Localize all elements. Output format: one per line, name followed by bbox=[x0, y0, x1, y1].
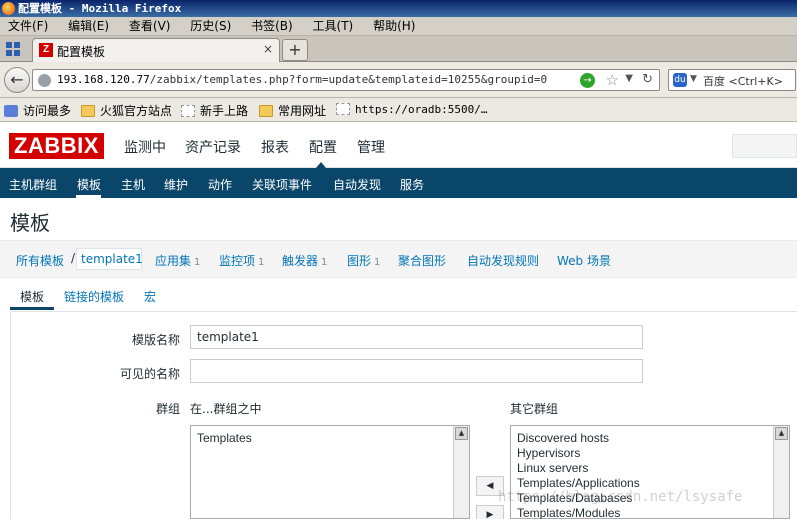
menu-bookmarks[interactable]: 书签(B) bbox=[243, 17, 301, 35]
tab-macros[interactable]: 宏 bbox=[144, 288, 156, 305]
subnav-services[interactable]: 服务 bbox=[400, 176, 424, 193]
subnav-host-groups[interactable]: 主机群组 bbox=[9, 176, 57, 193]
scroll-up-icon[interactable]: ▲ bbox=[455, 427, 468, 440]
window-title: 配置模板 - Mozilla Firefox bbox=[18, 2, 182, 15]
page-title: 模板 bbox=[10, 211, 50, 235]
zabbix-logo[interactable]: ZABBIX bbox=[9, 133, 104, 159]
bookmark-star-icon[interactable]: ☆ bbox=[606, 71, 619, 89]
bookmark-oradb[interactable]: https://oradb:5500/… bbox=[336, 102, 487, 116]
most-visited-icon bbox=[4, 105, 18, 117]
menu-file[interactable]: 文件(F) bbox=[0, 17, 56, 35]
go-arrow-icon[interactable]: → bbox=[580, 73, 595, 88]
bookmark-firefox-site[interactable]: 火狐官方站点 bbox=[81, 102, 172, 119]
visible-name-input[interactable] bbox=[190, 359, 643, 383]
search-engine-dropdown-icon[interactable]: ▼ bbox=[690, 74, 697, 84]
subnav-maintenance[interactable]: 维护 bbox=[164, 176, 188, 193]
tab-groups-icon[interactable] bbox=[6, 42, 22, 56]
zabbix-favicon-icon: Z bbox=[39, 43, 53, 57]
url-host: 193.168.120.77 bbox=[57, 73, 150, 86]
url-dropdown-icon[interactable]: ▼ bbox=[625, 73, 633, 84]
subnav-actions[interactable]: 动作 bbox=[208, 176, 232, 193]
folder-icon bbox=[259, 105, 273, 117]
breadcrumb-items[interactable]: 监控项 1 bbox=[219, 252, 264, 269]
list-item[interactable]: Hypervisors bbox=[517, 446, 580, 460]
menu-view[interactable]: 查看(V) bbox=[121, 17, 179, 35]
breadcrumb-triggers[interactable]: 触发器 1 bbox=[282, 252, 327, 269]
template-name-input[interactable] bbox=[190, 325, 643, 349]
tab-linked-templates[interactable]: 链接的模板 bbox=[64, 288, 124, 305]
site-identity-icon[interactable] bbox=[38, 74, 51, 87]
template-name-label: 模版名称 bbox=[131, 333, 180, 347]
topnav-inventory[interactable]: 资产记录 bbox=[185, 137, 241, 157]
breadcrumb-web-scenarios[interactable]: Web 场景 bbox=[557, 252, 611, 269]
browser-tab[interactable]: Z 配置模板 × bbox=[32, 38, 280, 62]
subnav-discovery[interactable]: 自动发现 bbox=[333, 176, 381, 193]
search-placeholder: 百度 <Ctrl+K> bbox=[703, 75, 783, 88]
list-item[interactable]: Discovered hosts bbox=[517, 431, 609, 445]
url-bar[interactable]: 193.168.120.77/zabbix/templates.php?form… bbox=[32, 69, 660, 91]
window-titlebar: 配置模板 - Mozilla Firefox bbox=[0, 0, 797, 17]
bookmark-common-sites[interactable]: 常用网址 bbox=[259, 102, 326, 119]
url-text[interactable]: 193.168.120.77/zabbix/templates.php?form… bbox=[57, 73, 547, 86]
topnav-administration[interactable]: 管理 bbox=[357, 137, 385, 157]
global-search-input[interactable] bbox=[732, 134, 797, 158]
list-item[interactable]: Templates bbox=[197, 431, 252, 445]
page-icon bbox=[336, 103, 350, 115]
bookmark-getting-started[interactable]: 新手上路 bbox=[181, 102, 248, 119]
search-bar[interactable]: du ▼ 百度 <Ctrl+K> bbox=[668, 69, 796, 91]
zabbix-header bbox=[0, 122, 797, 168]
in-groups-label: 在...群组之中 bbox=[190, 402, 262, 416]
sub-navigation bbox=[0, 168, 797, 198]
visible-name-label: 可见的名称 bbox=[119, 367, 180, 381]
menu-bar: 文件(F) 编辑(E) 查看(V) 历史(S) 书签(B) 工具(T) 帮助(H… bbox=[0, 17, 797, 36]
bookmark-most-visited[interactable]: 访问最多 bbox=[4, 102, 71, 119]
form-tab-active-indicator bbox=[10, 307, 54, 310]
menu-help[interactable]: 帮助(H) bbox=[365, 17, 423, 35]
watermark-text: https://blog.csdn.net/lsysafe bbox=[498, 489, 743, 505]
subnav-templates[interactable]: 模板 bbox=[77, 176, 101, 193]
baidu-paw-icon[interactable]: du bbox=[673, 73, 687, 87]
scrollbar[interactable]: ▲ bbox=[773, 426, 789, 518]
url-path: /zabbix/templates.php?form=update&templa… bbox=[149, 73, 548, 86]
tab-label: 配置模板 bbox=[57, 45, 106, 59]
subnav-hosts[interactable]: 主机 bbox=[121, 176, 145, 193]
back-button[interactable]: ← bbox=[4, 67, 30, 93]
menu-tools[interactable]: 工具(T) bbox=[305, 17, 362, 35]
menu-edit[interactable]: 编辑(E) bbox=[60, 17, 117, 35]
topnav-monitoring[interactable]: 监测中 bbox=[124, 137, 166, 157]
back-arrow-icon: ← bbox=[10, 70, 24, 89]
list-item[interactable]: Templates/Modules bbox=[517, 506, 620, 519]
breadcrumb-applications[interactable]: 应用集 1 bbox=[155, 252, 200, 269]
breadcrumb-discovery-rules[interactable]: 自动发现规则 bbox=[467, 252, 539, 269]
page-icon bbox=[181, 105, 195, 117]
breadcrumb-separator: / bbox=[71, 251, 76, 265]
scroll-up-icon[interactable]: ▲ bbox=[775, 427, 788, 440]
scrollbar[interactable]: ▲ bbox=[453, 426, 469, 518]
move-right-button[interactable]: ▶ bbox=[476, 505, 504, 519]
subnav-active-indicator bbox=[76, 195, 101, 198]
reload-icon[interactable]: ↻ bbox=[642, 72, 653, 87]
topnav-reports[interactable]: 报表 bbox=[261, 137, 289, 157]
folder-icon bbox=[81, 105, 95, 117]
menu-history[interactable]: 历史(S) bbox=[182, 17, 239, 35]
groups-label: 群组 bbox=[155, 402, 180, 416]
in-groups-listbox[interactable]: Templates ▲ bbox=[190, 425, 470, 519]
list-item[interactable]: Linux servers bbox=[517, 461, 588, 475]
breadcrumb-all-templates[interactable]: 所有模板 bbox=[16, 252, 64, 269]
tab-template[interactable]: 模板 bbox=[20, 288, 44, 305]
new-tab-button[interactable]: + bbox=[282, 39, 308, 61]
subnav-correlation[interactable]: 关联项事件 bbox=[252, 176, 312, 193]
breadcrumb-screens[interactable]: 聚合图形 bbox=[398, 252, 446, 269]
list-item[interactable]: Templates/Applications bbox=[517, 476, 640, 490]
breadcrumb-current-template[interactable]: template1 bbox=[81, 252, 143, 266]
breadcrumb-graphs[interactable]: 图形 1 bbox=[347, 252, 380, 269]
other-groups-label: 其它群组 bbox=[510, 402, 559, 416]
close-tab-icon[interactable]: × bbox=[263, 42, 273, 56]
topnav-configuration[interactable]: 配置 bbox=[309, 137, 337, 157]
firefox-icon bbox=[2, 2, 15, 15]
